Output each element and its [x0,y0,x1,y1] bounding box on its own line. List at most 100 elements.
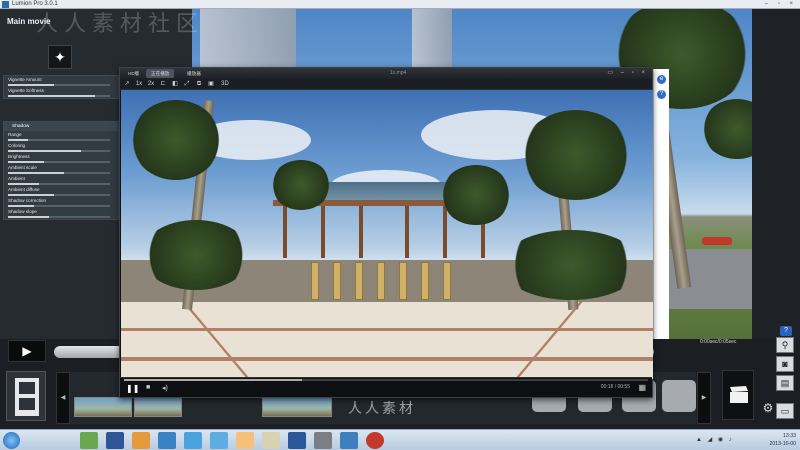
player-tool-1x[interactable]: 1x [134,80,144,89]
param-slider[interactable] [8,183,110,185]
param-label: Ambient [8,176,25,181]
clock-time: 13:33 [783,433,796,439]
player-tool-pointer-icon[interactable]: ↗ [122,80,132,89]
system-tray-icons[interactable]: ▲ ◢ ◉ ♪ [696,436,734,443]
volume-icon[interactable]: ◂) [162,384,168,392]
clapperboard-icon[interactable] [722,370,754,420]
palm-crown [131,100,221,180]
walk-icon[interactable]: ⚲ [776,337,794,353]
effects-star-icon[interactable]: ✦ [48,45,72,69]
param-slider[interactable] [8,150,110,152]
empty-clip-slot[interactable] [662,380,696,412]
red-car [702,237,732,245]
player-tab-player[interactable]: 播放器 [182,69,206,78]
video-frame[interactable] [121,90,653,379]
gear-icon[interactable]: ⚙ [761,401,775,415]
taskbar-app-icon[interactable] [184,432,202,449]
player-tool-crop-icon[interactable]: ⊏ [158,80,168,89]
playlist-grid-icon[interactable]: ▦ [638,383,646,392]
taskbar-app-icon[interactable] [132,432,150,449]
param-shadow-correction[interactable]: Shadow correction [4,197,118,208]
camera-icon[interactable]: ◙ [776,356,794,372]
player-window-controls[interactable]: ▭ – ▫ × [607,68,648,79]
clip-thumbnail[interactable] [74,397,132,417]
player-toolbar: ↗ 1x 2x ⊏ ◧ ⤢ ⧉ ▣ 3D [120,79,652,90]
taskbar-app-icon[interactable] [158,432,176,449]
param-slider[interactable] [8,205,110,207]
param-shadow-slope[interactable]: Shadow slope [4,208,118,219]
palm-crown [521,110,631,200]
param-slider[interactable] [8,139,110,141]
player-time: 00:18 / 00:55 [600,384,630,390]
param-label: Shadow slope [8,209,37,214]
start-button[interactable] [3,432,20,449]
progress-fill [124,379,303,381]
param-slider[interactable] [8,161,110,163]
pavilion-column [283,206,287,258]
taskbar-app-icon[interactable] [366,432,384,449]
browser-help-icon[interactable]: ? [657,90,666,99]
player-tool-3d[interactable]: 3D [218,80,232,89]
taskbar-app-icon[interactable] [340,432,358,449]
clip-film-icon[interactable] [6,371,46,421]
paving-stripe [121,328,653,331]
shadow-header[interactable]: Shadow [4,122,118,131]
player-tool-window-icon[interactable]: ⧉ [194,80,204,89]
param-slider[interactable] [8,95,110,97]
timecode-readout: 0:00sec/0:05sec [700,339,737,345]
taskbar-app-icon[interactable] [106,432,124,449]
slider-fill [8,172,65,174]
slider-fill [8,139,29,141]
help-button[interactable]: ? [780,326,792,336]
player-tool-2x[interactable]: 2x [146,80,156,89]
player-filename: 1x.mp4 [390,70,407,76]
param-range[interactable]: Range [4,131,118,142]
strip-right-arrow-icon[interactable]: ▶ [697,372,711,424]
strip-left-arrow-icon[interactable]: ◀ [56,372,70,424]
pavilion-column [443,206,447,258]
video-player-window[interactable]: HD版 正在播放 播放器 1x.mp4 ▭ – ▫ × ↗ 1x 2x ⊏ ◧ … [119,67,653,398]
clip-thumbnail[interactable] [134,397,182,417]
param-slider[interactable] [8,84,110,86]
play-movie-button[interactable]: ▶ [8,340,46,362]
param-vignette-amount[interactable]: Vignette Amount [4,76,118,87]
taskbar-app-icon[interactable] [262,432,280,449]
param-ambient-scale[interactable]: Ambient scale [4,164,118,175]
save-icon[interactable]: ▭ [776,403,794,419]
param-slider[interactable] [8,194,110,196]
film-icon[interactable]: ▤ [776,375,794,391]
slider-fill [8,161,44,163]
param-vignette-softness[interactable]: Vignette Softness [4,87,118,98]
taskbar-app-icon[interactable] [210,432,228,449]
param-coloring[interactable]: Coloring [4,142,118,153]
param-brightness[interactable]: Brightness [4,153,118,164]
shadow-group: Shadow Range Coloring Brightness Ambient… [3,121,119,220]
player-tool-snapshot-icon[interactable]: ◧ [170,80,180,89]
player-titlebar: HD版 正在播放 播放器 1x.mp4 ▭ – ▫ × [120,68,652,79]
player-progress-bar[interactable] [124,379,648,381]
stop-button[interactable]: ■ [146,384,150,391]
taskbar-app-icon[interactable] [314,432,332,449]
player-tab-hd[interactable]: HD版 [123,69,144,78]
word-icon[interactable] [288,432,306,449]
pavilion-column [405,206,409,258]
param-slider[interactable] [8,172,110,174]
param-label: Shadow correction [8,198,47,203]
taskbar-app-icon[interactable] [236,432,254,449]
param-ambient-diffuse[interactable]: Ambient diffuse [4,186,118,197]
clip-thumbnail[interactable] [262,397,332,417]
param-label: Coloring [8,143,26,148]
tray-clock[interactable]: 13:33 2013-10-00 [769,432,796,448]
player-tab-playing[interactable]: 正在播放 [146,69,175,78]
pavilion-column [359,206,363,258]
decorative-panel [443,262,451,300]
slider-fill [8,84,54,86]
param-ambient[interactable]: Ambient [4,175,118,186]
player-tool-fullscreen-icon[interactable]: ⤢ [182,80,192,89]
browser-globe-icon[interactable]: e [657,75,666,84]
pause-button[interactable]: ❚❚ [126,384,139,393]
taskbar-app-icon[interactable] [80,432,98,449]
param-slider[interactable] [8,216,110,218]
window-controls[interactable]: – ▫ × [765,0,797,9]
player-tool-screen-icon[interactable]: ▣ [206,80,216,89]
